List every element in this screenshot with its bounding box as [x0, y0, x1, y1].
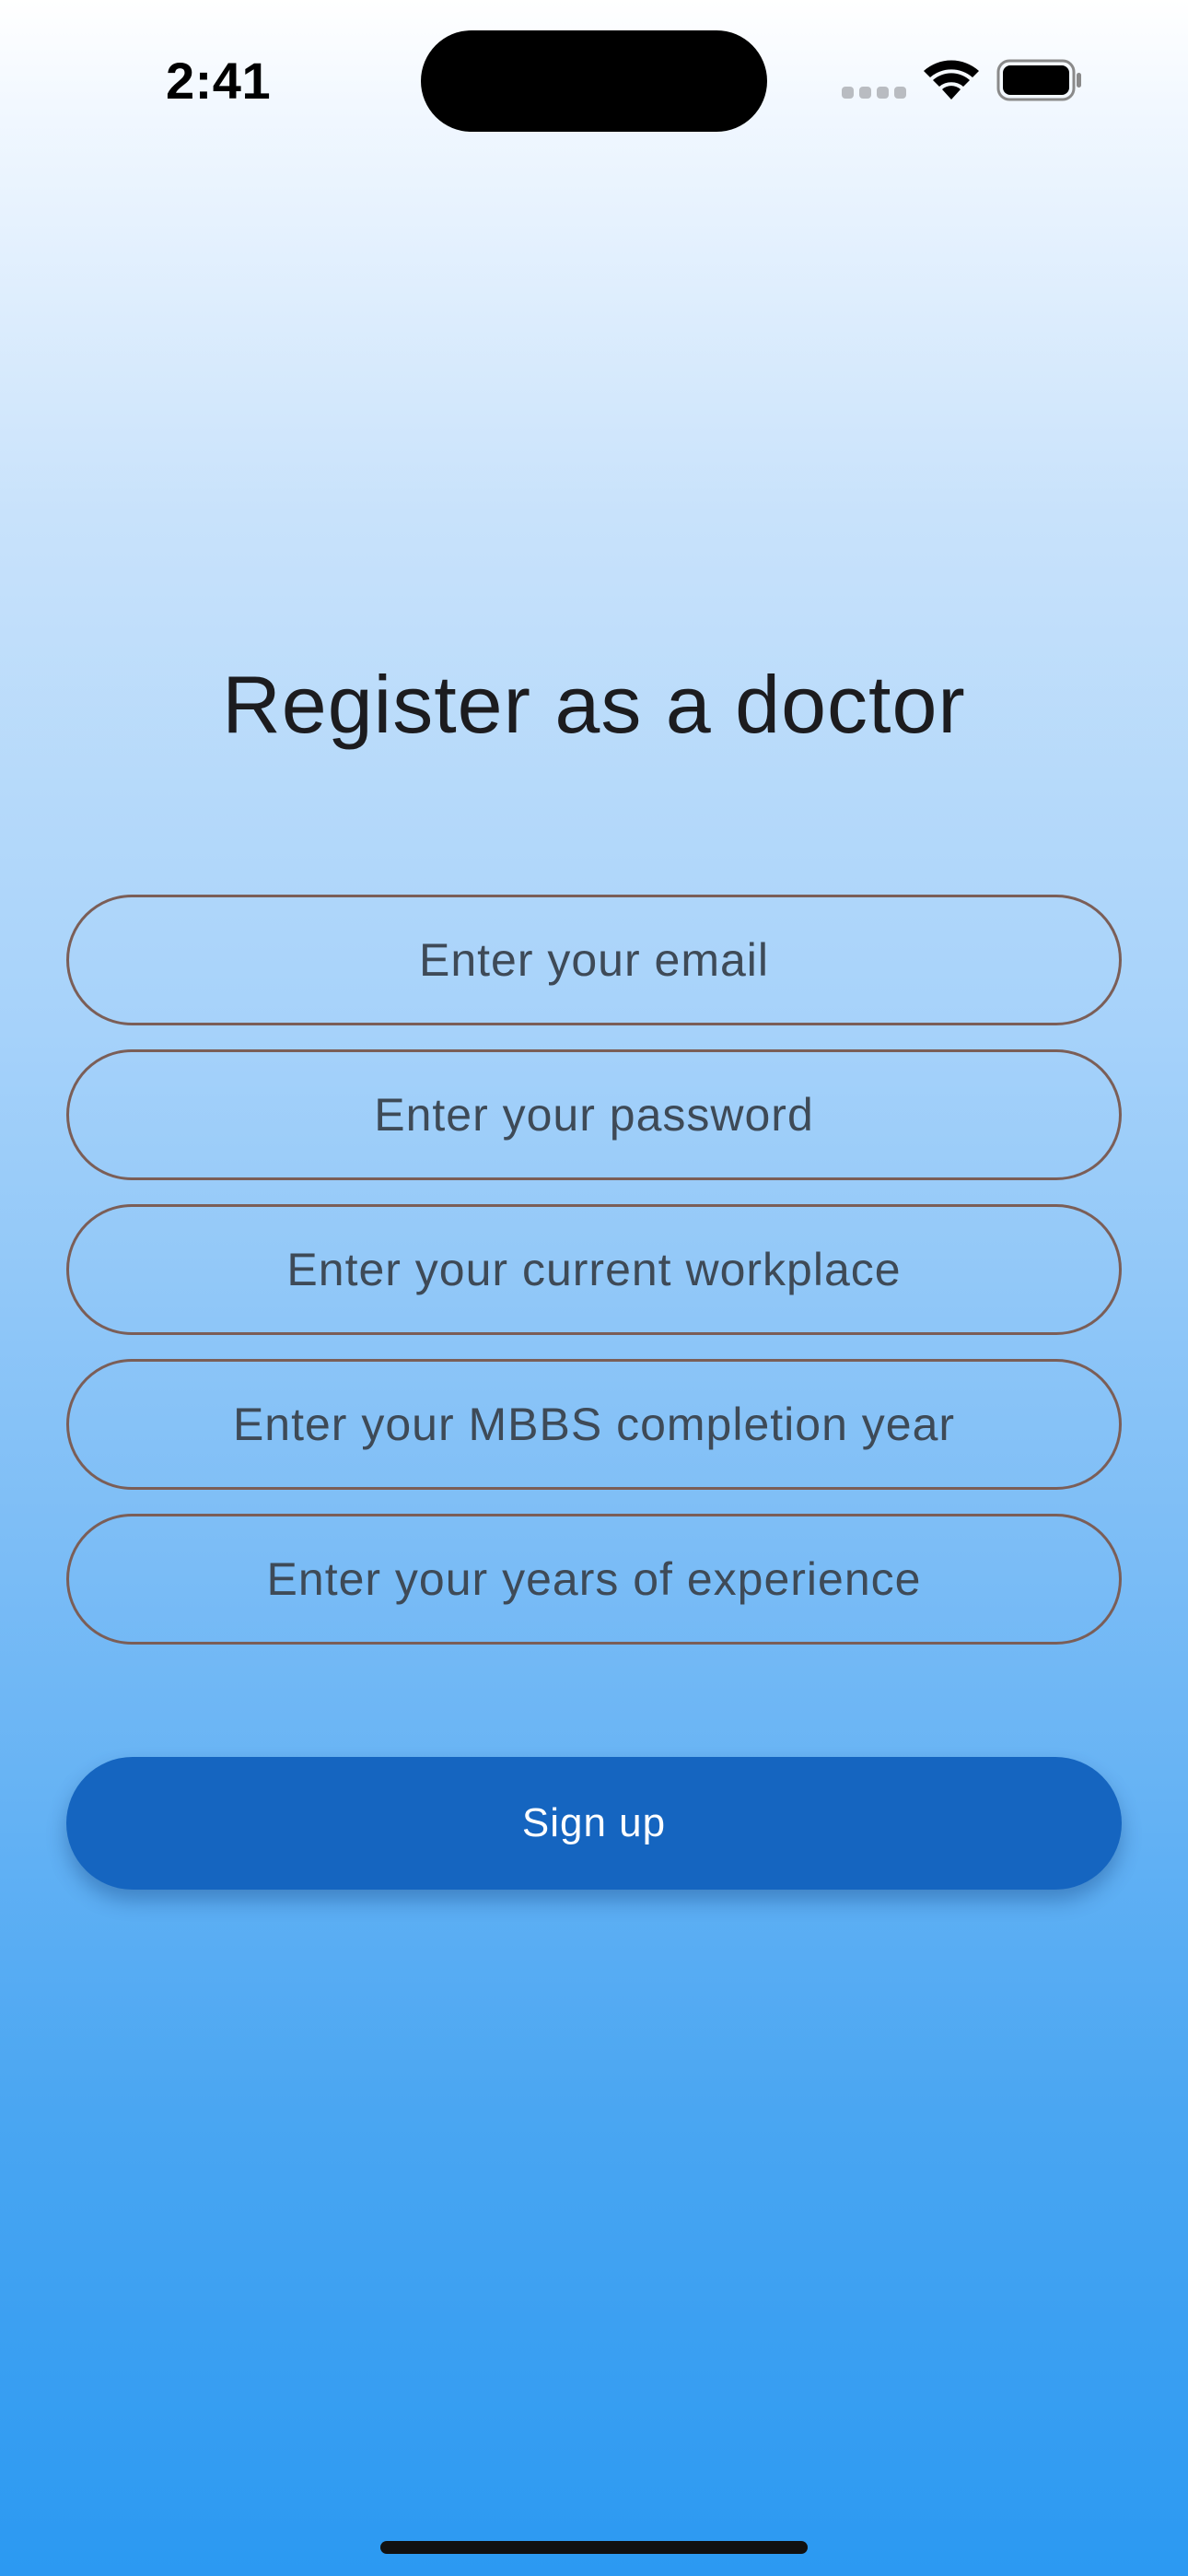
- experience-input[interactable]: [69, 1516, 1119, 1643]
- sign-up-button[interactable]: Sign up: [66, 1757, 1122, 1890]
- status-time: 2:41: [166, 52, 272, 110]
- email-input[interactable]: [69, 896, 1119, 1024]
- home-indicator[interactable]: [380, 2541, 808, 2554]
- wifi-icon: [924, 60, 979, 100]
- workplace-field[interactable]: [66, 1204, 1122, 1335]
- password-input[interactable]: [69, 1051, 1119, 1178]
- dynamic-island: [421, 30, 767, 132]
- experience-field[interactable]: [66, 1514, 1122, 1645]
- password-field[interactable]: [66, 1049, 1122, 1180]
- mbbs-year-input[interactable]: [69, 1361, 1119, 1488]
- cellular-signal-icon: [842, 87, 906, 100]
- mbbs-year-field[interactable]: [66, 1359, 1122, 1490]
- page-title: Register as a doctor: [222, 659, 966, 750]
- email-field[interactable]: [66, 895, 1122, 1025]
- workplace-input[interactable]: [69, 1206, 1119, 1333]
- battery-icon: [996, 59, 1081, 101]
